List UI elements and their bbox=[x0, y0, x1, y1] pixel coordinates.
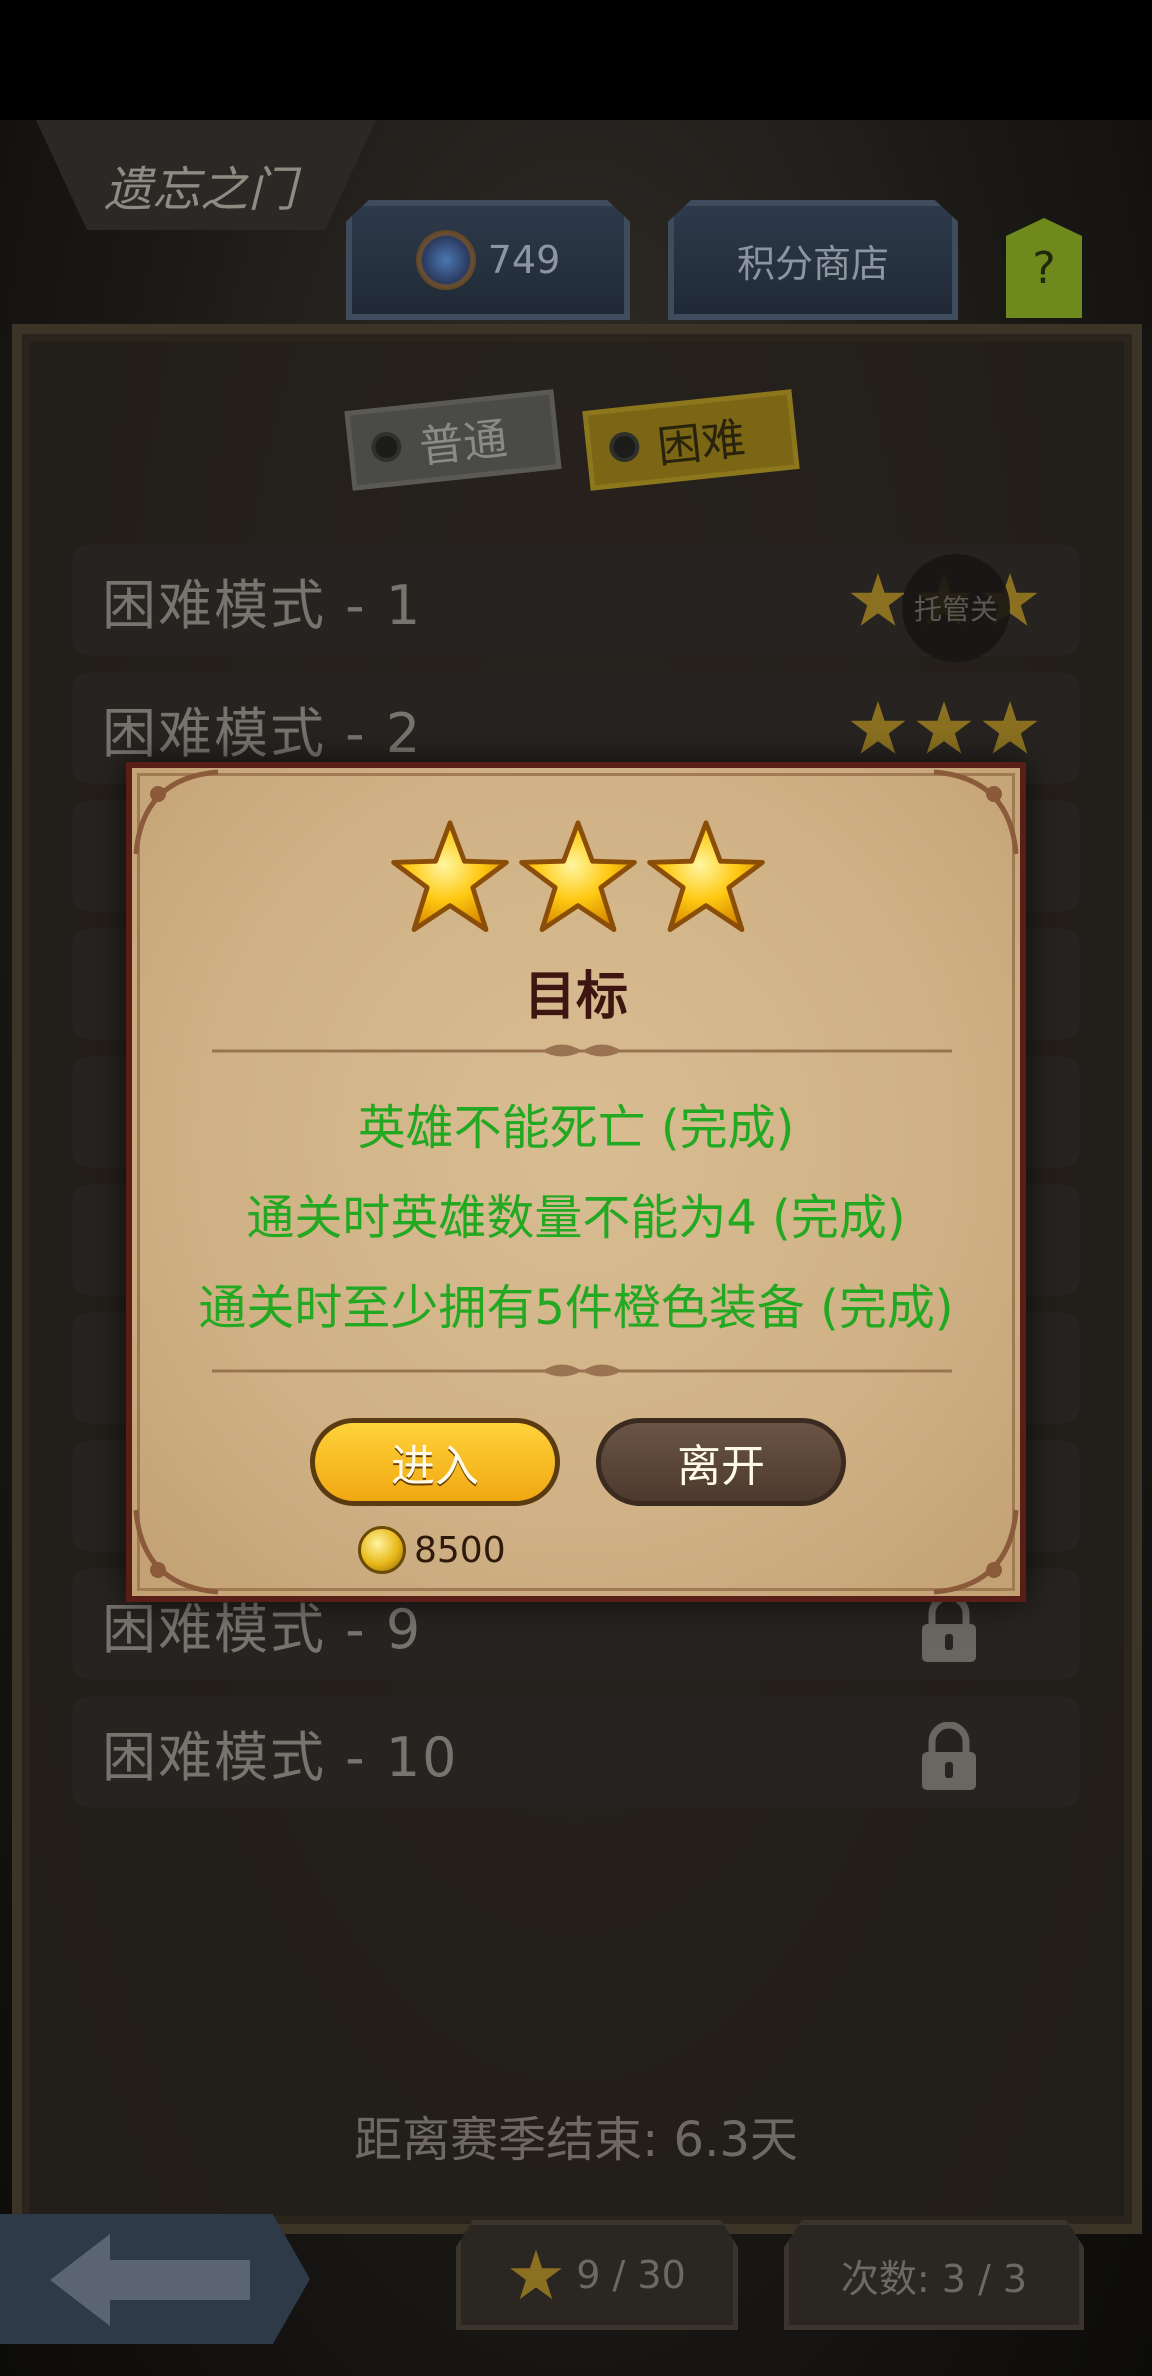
ornament-icon bbox=[933, 1509, 1019, 1595]
star-icon bbox=[647, 820, 765, 932]
level-stars bbox=[848, 698, 1040, 758]
level-row[interactable]: 困难模式 - 1 托管关 bbox=[72, 544, 1080, 662]
lock-icon bbox=[922, 1722, 976, 1790]
attempts-count: 次数: 3 / 3 bbox=[840, 2256, 1028, 2301]
cost-value: 8500 bbox=[414, 1529, 506, 1571]
ornament-icon bbox=[933, 769, 1019, 855]
stars-progress: 9 / 30 bbox=[576, 2253, 686, 2297]
tab-normal-label: 普通 bbox=[416, 413, 510, 474]
leave-button[interactable]: 离开 bbox=[596, 1418, 846, 1506]
ornament-icon bbox=[133, 1509, 219, 1595]
points-shop-button[interactable]: 积分商店 bbox=[668, 200, 958, 320]
back-arrow-icon bbox=[50, 2234, 250, 2326]
level-row[interactable]: 困难模式 - 10 bbox=[72, 1696, 1080, 1808]
goal-item: 英雄不能死亡 (完成) bbox=[357, 1100, 795, 1156]
star-icon bbox=[519, 820, 637, 932]
star-icon bbox=[510, 2249, 563, 2300]
auto-play-label: 托管关 bbox=[913, 593, 998, 626]
divider bbox=[212, 1044, 952, 1057]
star-icon bbox=[850, 701, 906, 754]
gear-icon bbox=[415, 230, 476, 290]
attempts-display: 次数: 3 / 3 bbox=[784, 2220, 1084, 2330]
dialog-title: 目标 bbox=[523, 967, 628, 1027]
leave-label: 离开 bbox=[677, 1441, 765, 1492]
coin-icon bbox=[358, 1526, 406, 1574]
season-countdown: 距离赛季结束: 6.3天 bbox=[354, 2112, 798, 2168]
divider bbox=[212, 1364, 952, 1377]
level-label: 困难模式 - 2 bbox=[102, 701, 423, 765]
level-label: 困难模式 - 10 bbox=[102, 1725, 459, 1789]
star-icon bbox=[916, 701, 972, 754]
lock-icon bbox=[922, 1594, 976, 1662]
goal-item: 通关时至少拥有5件橙色装备 (完成) bbox=[198, 1280, 954, 1336]
ornament-icon bbox=[133, 769, 219, 855]
radio-icon bbox=[369, 430, 403, 464]
objectives-dialog: 目标 英雄不能死亡 (完成) 通关时英雄数量不能为4 (完成) 通关时至少拥有5… bbox=[126, 762, 1026, 1602]
help-button[interactable]: ? bbox=[1006, 218, 1082, 318]
level-label: 困难模式 - 1 bbox=[102, 573, 423, 637]
currency-value: 749 bbox=[487, 238, 561, 282]
star-icon bbox=[391, 820, 509, 932]
star-icon bbox=[982, 701, 1038, 754]
radio-icon bbox=[607, 430, 641, 464]
entry-cost: 8500 bbox=[358, 1526, 506, 1574]
currency-display[interactable]: 749 bbox=[346, 200, 630, 320]
star-icon bbox=[850, 573, 906, 626]
total-stars-display: 9 / 30 bbox=[456, 2220, 738, 2330]
auto-play-badge[interactable]: 托管关 bbox=[902, 554, 1010, 662]
tab-hard-label: 困难 bbox=[654, 413, 748, 474]
help-icon: ? bbox=[1032, 242, 1056, 294]
enter-button[interactable]: 进入 bbox=[310, 1418, 560, 1506]
page-title: 遗忘之门 bbox=[104, 162, 297, 218]
goal-item: 通关时英雄数量不能为4 (完成) bbox=[246, 1190, 906, 1246]
points-shop-label: 积分商店 bbox=[736, 241, 889, 286]
enter-label: 进入 bbox=[391, 1441, 479, 1492]
